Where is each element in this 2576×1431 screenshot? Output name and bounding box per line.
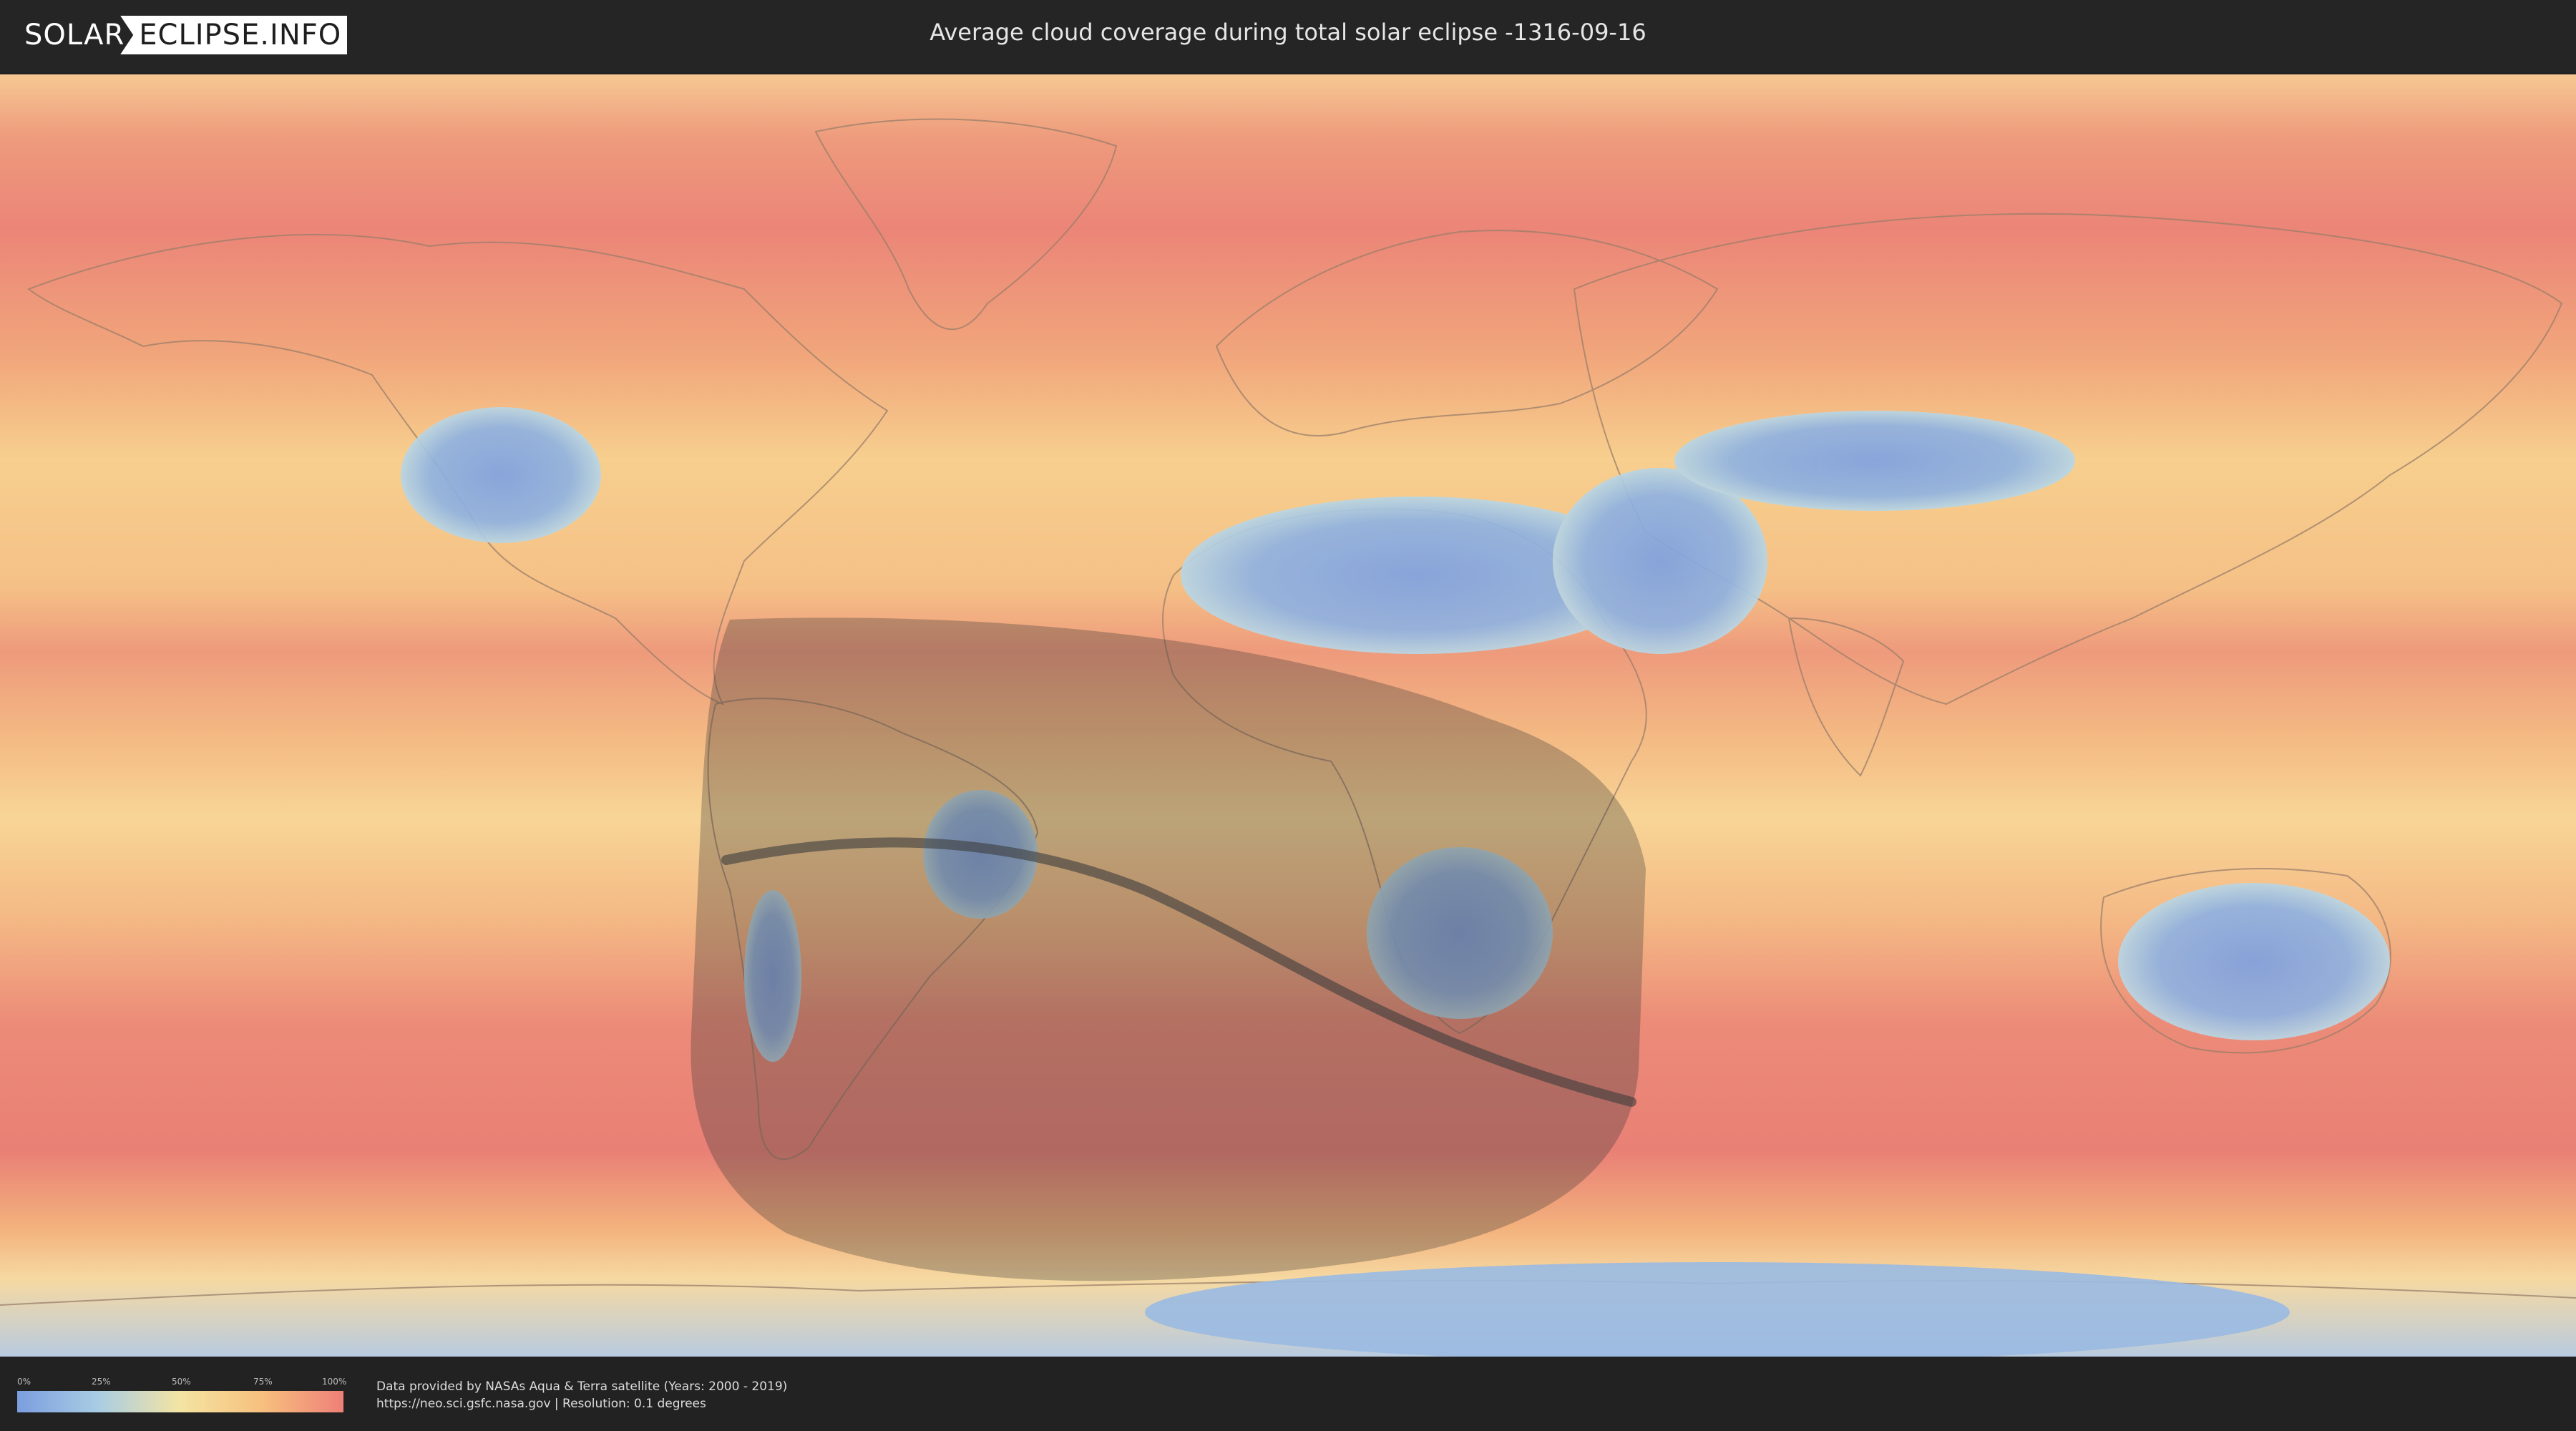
footer-bar: 0% 25% 50% 75% 100% Data provided by NAS… [0,1359,2576,1431]
clear-region-central-asia [1674,411,2075,511]
clear-region-north-america [401,407,601,543]
legend-color-scale [17,1391,343,1412]
clear-region-australia [2118,883,2390,1040]
legend-tick-0: 0% [17,1377,31,1387]
data-credit: Data provided by NASAs Aqua & Terra sate… [376,1379,788,1394]
cloud-coverage-map[interactable] [0,74,2576,1357]
header-bar: SOLAR ECLIPSE.INFO Average cloud coverag… [0,0,2576,72]
legend-tick-50: 50% [172,1377,191,1387]
page-title: Average cloud coverage during total sola… [930,19,1646,46]
data-source-link[interactable]: https://neo.sci.gsfc.nasa.gov | Resoluti… [376,1397,706,1411]
legend-tick-labels: 0% 25% 50% 75% 100% [17,1377,347,1388]
legend-tick-100: 100% [322,1377,347,1387]
legend-tick-75: 75% [253,1377,273,1387]
map-canvas [0,74,2576,1357]
legend-tick-25: 25% [92,1377,111,1387]
